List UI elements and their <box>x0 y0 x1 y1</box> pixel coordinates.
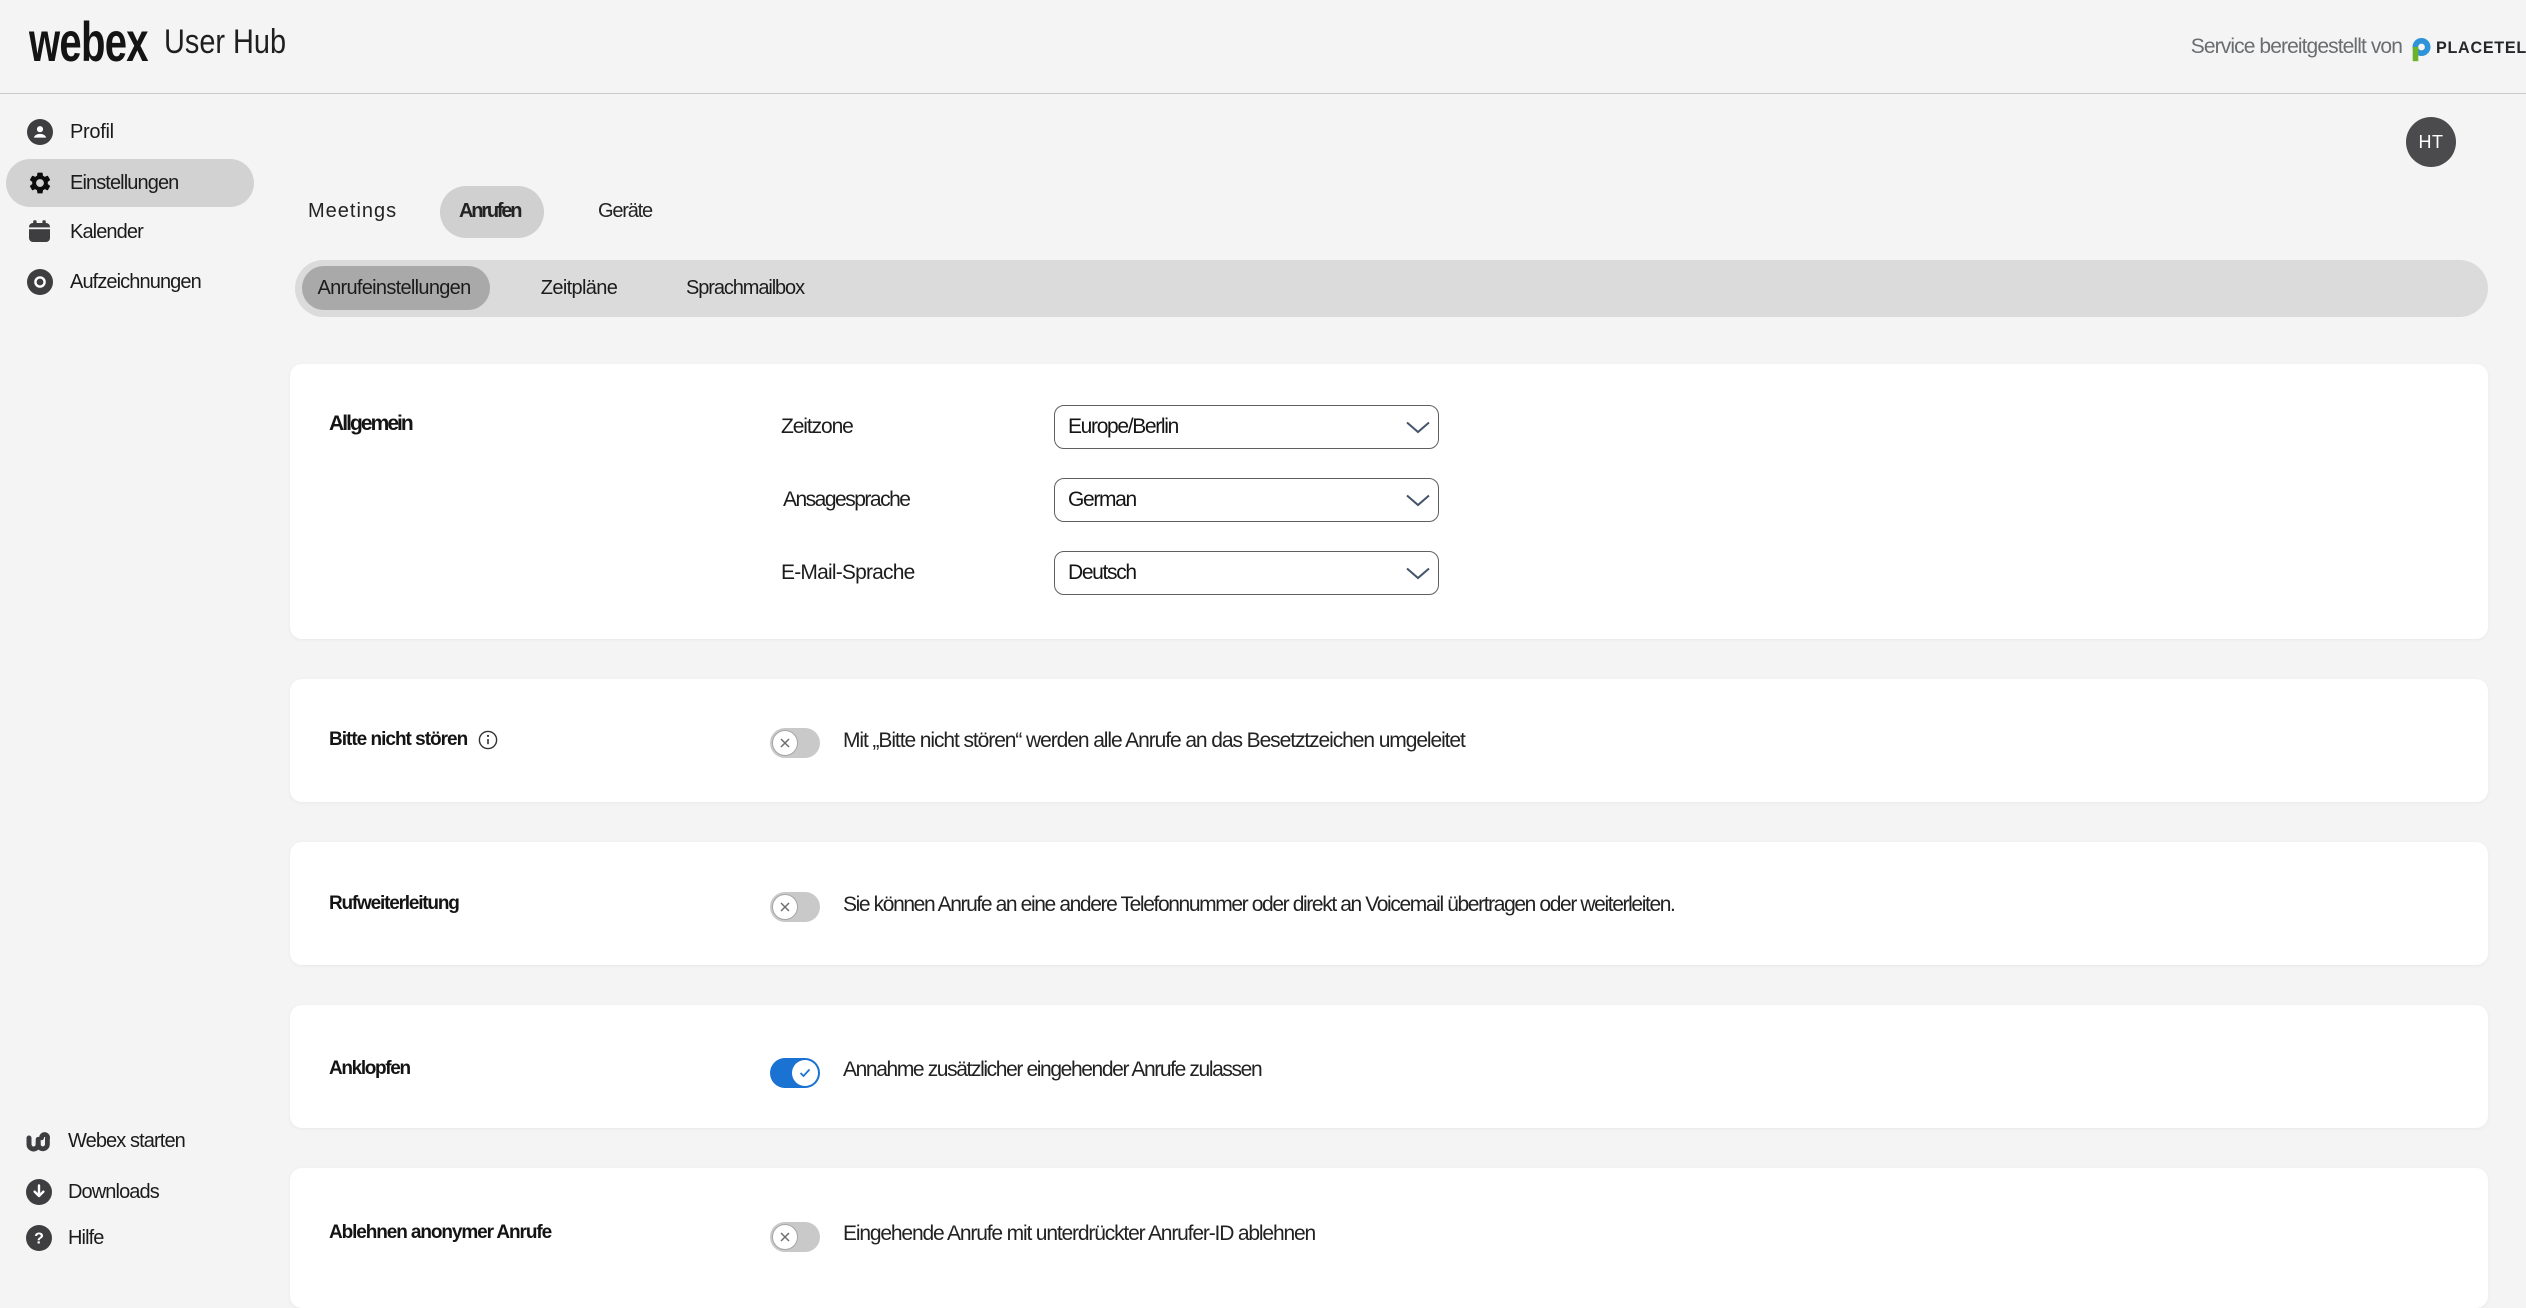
svg-text:?: ? <box>34 1231 44 1248</box>
